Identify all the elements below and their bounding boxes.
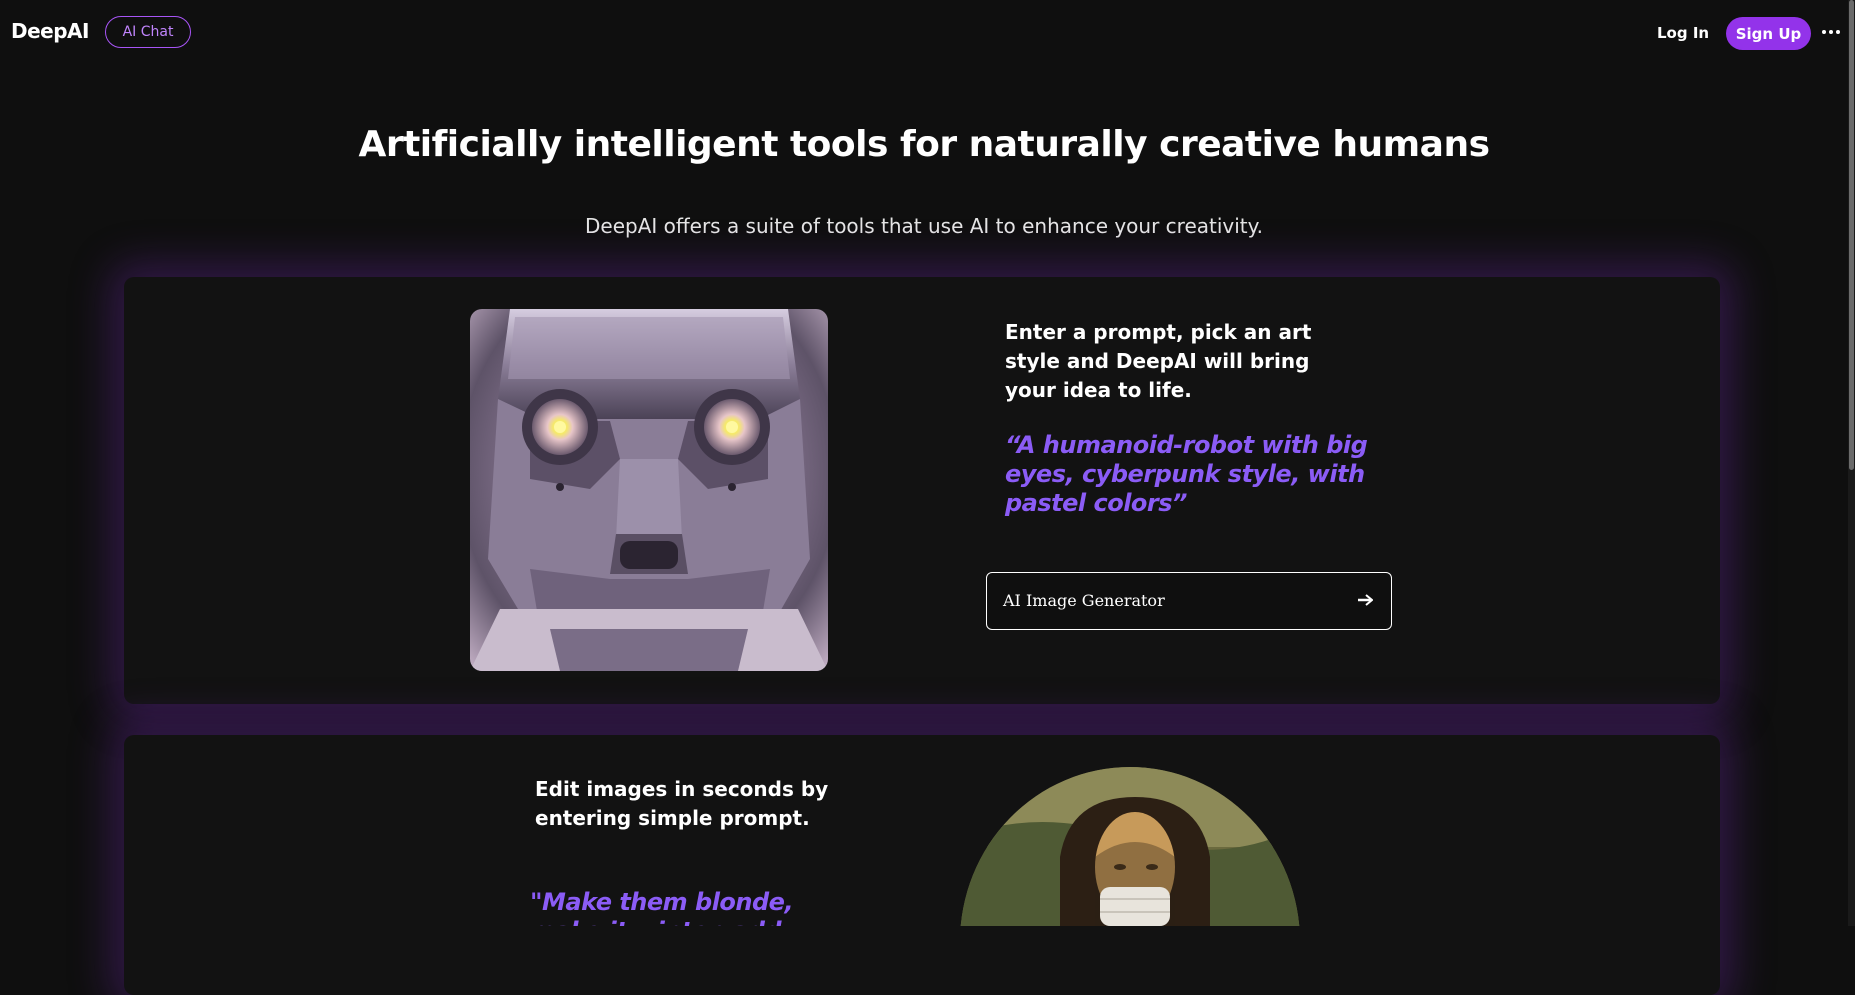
signup-button[interactable]: Sign Up: [1726, 17, 1811, 50]
ai-image-generator-label: AI Image Generator: [1003, 591, 1165, 610]
page-title: Artificially intelligent tools for natur…: [358, 124, 1490, 165]
image-editor-card: [124, 735, 1720, 995]
page-subtitle: DeepAI offers a suite of tools that use …: [584, 214, 1263, 238]
scrollbar[interactable]: [1848, 0, 1855, 926]
image-generator-example-prompt: “A humanoid-robot with big eyes, cyberpu…: [1005, 431, 1368, 517]
image-editor-example-prompt: "Make them blonde, make it winter, add v…: [530, 888, 794, 926]
more-dots-icon[interactable]: [1820, 22, 1842, 42]
logo[interactable]: DeepAI: [11, 19, 89, 43]
top-nav: DeepAI AI Chat Log In Sign Up: [0, 0, 1848, 66]
mona-lisa-image: [960, 767, 1300, 926]
ai-image-generator-button[interactable]: AI Image Generator: [986, 572, 1392, 630]
image-generator-card: [124, 277, 1720, 704]
image-editor-description: Edit images in seconds by entering simpl…: [535, 777, 829, 830]
scrollbar-thumb[interactable]: [1849, 0, 1854, 470]
login-link[interactable]: Log In: [1657, 24, 1709, 42]
ai-chat-button[interactable]: AI Chat: [105, 16, 191, 48]
robot-face-image: [470, 309, 828, 671]
arrow-right-icon: [1357, 591, 1374, 609]
image-generator-description: Enter a prompt, pick an art style and De…: [1005, 320, 1312, 402]
